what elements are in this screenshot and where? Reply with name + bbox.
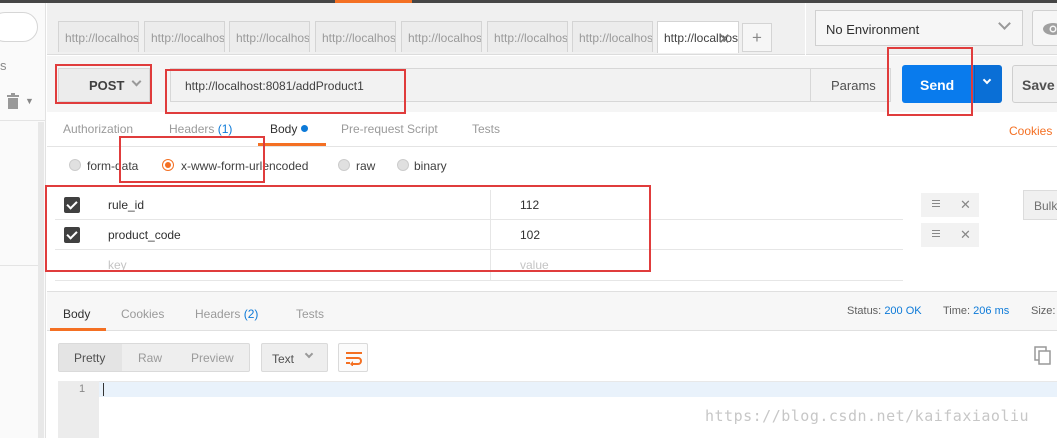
annotation-box-url	[165, 69, 406, 114]
tab-headers-label: Headers	[169, 122, 215, 136]
status-value: 200 OK	[884, 305, 922, 317]
watermark: https://blog.csdn.net/kaifaxiaoliu	[705, 407, 1030, 425]
close-icon[interactable]: ✕	[718, 30, 731, 48]
radio-raw[interactable]	[338, 159, 350, 171]
response-tab-cookies[interactable]: Cookies	[121, 307, 164, 321]
chevron-down-icon[interactable]: ▼	[25, 96, 34, 106]
annotation-box-send	[887, 47, 973, 116]
time-label: Time:	[943, 305, 971, 317]
environment-select[interactable]: No Environment	[815, 10, 1023, 46]
radio-binary[interactable]	[397, 159, 409, 171]
annotation-box-params	[45, 185, 651, 272]
response-headers-count: (2)	[243, 307, 259, 321]
request-tab[interactable]: http://localhost:8081/addProduct1	[572, 21, 653, 52]
radio-form-data[interactable]	[69, 159, 81, 171]
drag-handle-icon[interactable]	[932, 230, 940, 239]
wrap-lines-button[interactable]	[338, 343, 368, 372]
params-button[interactable]: Params	[810, 68, 891, 102]
format-pretty-button[interactable]: Pretty	[74, 351, 105, 365]
request-tab[interactable]: http://localhost:8081/addProduct1	[487, 21, 568, 52]
response-status: Status: 200 OK	[847, 305, 922, 317]
response-type-select[interactable]: Text	[261, 343, 328, 372]
send-options-button[interactable]	[974, 65, 1002, 103]
sidebar-scrollbar[interactable]	[38, 122, 44, 438]
tab-body[interactable]: Body	[270, 122, 309, 136]
request-tab[interactable]: http://localhost:8081/addProduct1	[401, 21, 482, 52]
sidebar-label-fragment: s	[0, 58, 7, 73]
close-icon[interactable]: ✕	[960, 227, 971, 243]
status-label: Status:	[847, 305, 882, 317]
eye-icon	[1043, 23, 1057, 35]
tab-prerequest-script[interactable]: Pre-request Script	[341, 122, 438, 136]
line-number: 1	[79, 383, 86, 395]
request-tab[interactable]: http://localhost:8081/addProduct1	[58, 21, 139, 52]
row-divider	[55, 280, 903, 281]
sidebar-divider	[0, 120, 46, 121]
drag-handle-icon[interactable]	[932, 200, 940, 209]
response-time: Time: 206 ms	[943, 305, 1009, 317]
sidebar-search-input[interactable]	[0, 12, 38, 42]
wrap-icon	[346, 352, 362, 366]
environment-quick-look-button[interactable]	[1032, 10, 1057, 46]
annotation-box-method	[55, 64, 152, 104]
request-tab[interactable]: http://localhost:8081/addProduct1	[144, 21, 225, 52]
format-raw-button[interactable]: Raw	[138, 351, 162, 365]
text-caret	[103, 383, 104, 396]
response-tab-headers[interactable]: Headers (2)	[195, 307, 258, 321]
radio-binary-label: binary	[414, 159, 447, 173]
format-preview-button[interactable]: Preview	[191, 351, 234, 365]
response-tab-headers-label: Headers	[195, 307, 241, 321]
tab-headers[interactable]: Headers (1)	[169, 122, 232, 136]
response-tab-tests[interactable]: Tests	[296, 307, 324, 321]
save-button[interactable]: Save	[1012, 65, 1057, 103]
request-tab[interactable]: http://localhost:8081/addProduct1	[229, 21, 310, 52]
close-icon[interactable]: ✕	[960, 197, 971, 213]
request-tab[interactable]: http://localhost:8081/addProduct1	[315, 21, 396, 52]
size-label: Size:	[1031, 305, 1056, 317]
tab-authorization[interactable]: Authorization	[63, 122, 133, 136]
body-indicator-dot	[301, 125, 309, 132]
sidebar-divider	[0, 265, 40, 266]
headers-count: (1)	[217, 122, 233, 136]
current-line-highlight	[99, 382, 1057, 397]
copy-icon[interactable]	[1034, 346, 1052, 366]
tab-tests[interactable]: Tests	[472, 122, 500, 136]
bulk-edit-button[interactable]: Bulk	[1023, 190, 1057, 220]
active-tab-underline	[50, 328, 106, 331]
time-value: 206 ms	[973, 305, 1010, 317]
trash-icon[interactable]	[6, 93, 20, 109]
annotation-box-body-mode	[119, 136, 265, 183]
cookies-link[interactable]: Cookies	[1009, 124, 1052, 138]
response-tab-body[interactable]: Body	[63, 307, 90, 321]
new-tab-button[interactable]: +	[742, 23, 772, 52]
radio-raw-label: raw	[356, 159, 376, 173]
tab-body-label: Body	[270, 122, 298, 136]
